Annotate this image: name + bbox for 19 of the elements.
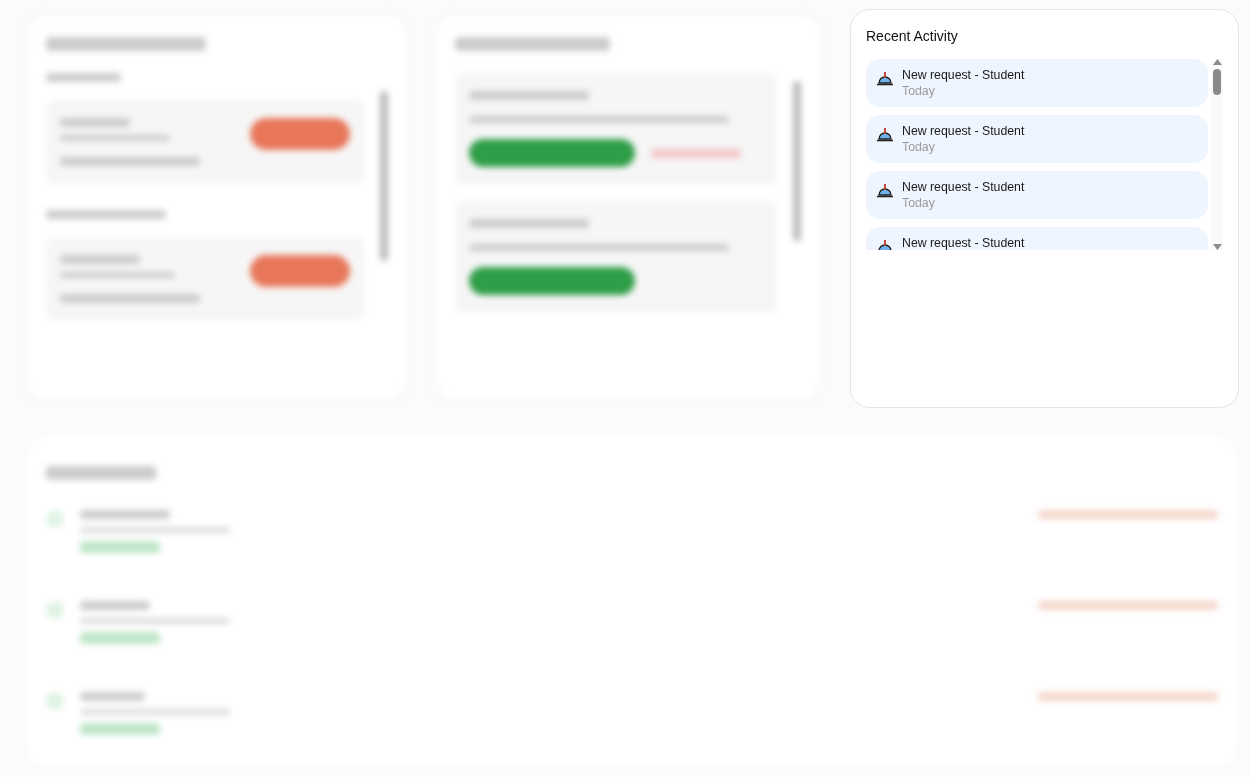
activity-item[interactable]: New request - Student: [866, 227, 1208, 250]
bell-icon: [876, 183, 894, 199]
activity-title: New request - Student: [902, 123, 1025, 139]
activity-time: Today: [902, 139, 936, 155]
activity-item[interactable]: New request - Student Today: [866, 115, 1208, 163]
activity-item[interactable]: New request - Student Today: [866, 171, 1208, 219]
scrollbar[interactable]: [1211, 59, 1223, 250]
scroll-up-icon[interactable]: [1212, 59, 1222, 65]
activity-title: New request - Student: [902, 67, 1025, 83]
activity-time: Today: [902, 83, 936, 99]
bell-icon: [876, 71, 894, 87]
activity-item[interactable]: New request - Student Today: [866, 59, 1208, 107]
bell-icon: [876, 127, 894, 143]
scroll-thumb[interactable]: [1213, 69, 1221, 95]
card-title: Recent Activity: [866, 27, 959, 46]
activity-title: New request - Student: [902, 235, 1025, 250]
scroll-down-icon[interactable]: [1212, 244, 1222, 250]
activity-time: Today: [902, 195, 936, 211]
activity-title: New request - Student: [902, 179, 1025, 195]
